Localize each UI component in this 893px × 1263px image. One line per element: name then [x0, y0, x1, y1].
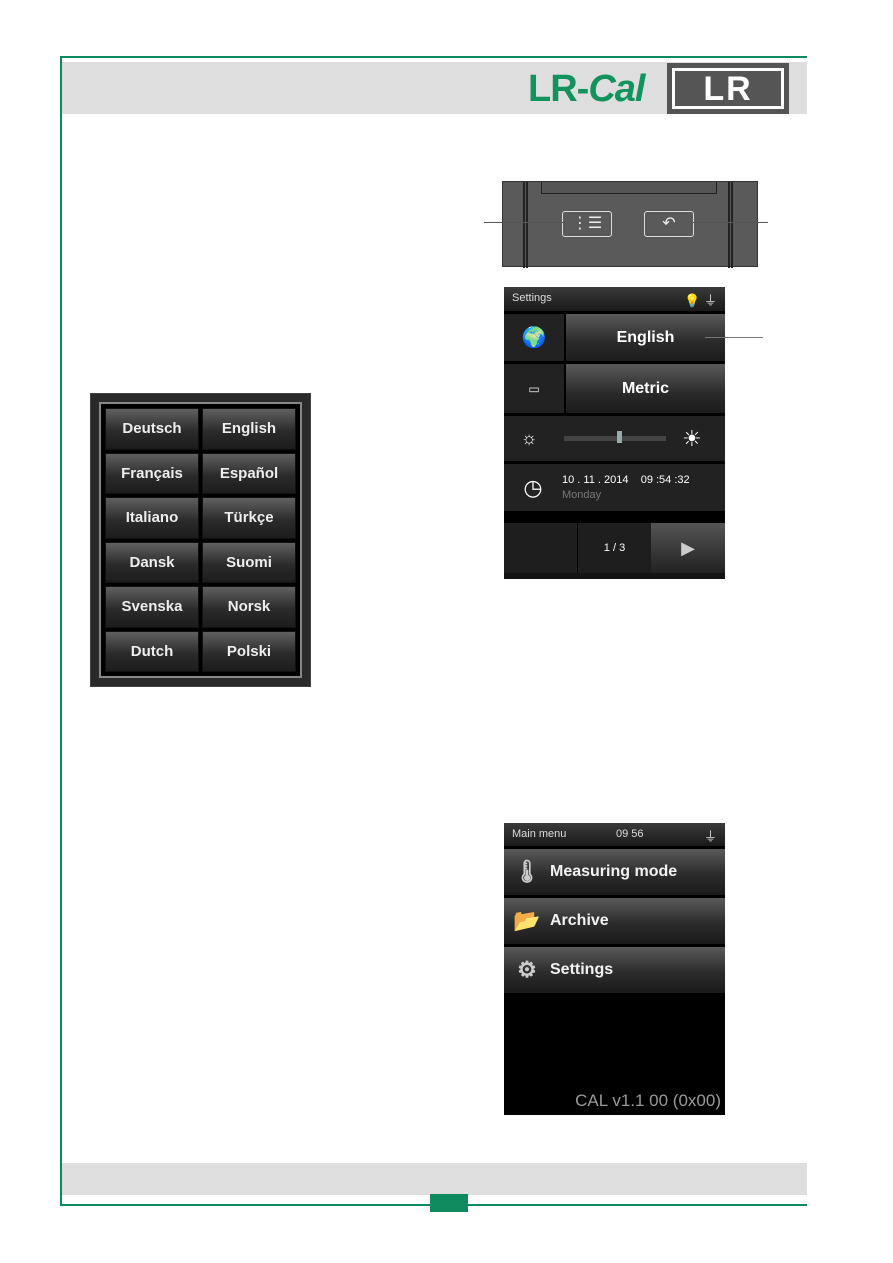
callout-line [484, 222, 566, 223]
language-option[interactable]: Dutch [105, 630, 199, 672]
units-button[interactable]: Metric [566, 364, 725, 413]
menu-key[interactable]: ⋮☰ [562, 211, 612, 237]
language-option[interactable]: Norsk [202, 586, 296, 628]
menu-item[interactable]: 📂 Archive [504, 895, 725, 944]
device-probe-icon: 🌡 [513, 859, 541, 884]
language-option[interactable]: Italiano [105, 497, 199, 539]
clock-icon: ◷ [523, 474, 543, 500]
language-button[interactable]: English [566, 314, 725, 361]
language-option[interactable]: Dansk [105, 541, 199, 583]
page-number-box [430, 1194, 468, 1212]
menu-item[interactable]: 🌡 Measuring mode [504, 846, 725, 895]
play-arrow-icon: ▶ [681, 537, 695, 558]
language-option[interactable]: Polski [202, 630, 296, 672]
lr-brand-logo: LR [667, 63, 789, 114]
plug-icon: ⏚ [703, 829, 717, 844]
brightness-slider[interactable] [564, 431, 666, 443]
menu-item-label: Measuring mode [550, 863, 678, 880]
language-picker: Deutsch English Français Español Italiano Tür… [90, 393, 311, 687]
plug-icon: ⏚ [703, 293, 717, 308]
prev-page-button[interactable] [504, 523, 578, 573]
callout-line [688, 222, 768, 223]
brightness-low-icon: ☼ [520, 428, 538, 448]
page-footer [62, 1163, 807, 1195]
device-keypad: ⋮☰ ↶ [502, 181, 758, 268]
undo-icon: ↶ [662, 215, 676, 232]
language-option[interactable]: Français [105, 452, 199, 494]
list-icon: ⋮☰ [571, 215, 603, 232]
left-rule [60, 56, 62, 1206]
screen-title: Main menu [512, 828, 567, 840]
settings-screen: Settings 💡 ⏚ 🌍 English ▭ Metric ☼ ☀ ◷ 10 .… [504, 287, 725, 579]
date-time-setting[interactable]: 10 . 11 . 2014 09 :54 :32 Monday [562, 473, 690, 503]
bulb-icon: 💡 [684, 293, 701, 308]
globe-icon: 🌍 [504, 314, 566, 361]
language-option[interactable]: Türkçe [202, 497, 296, 539]
ruler-icon: ▭ [504, 364, 566, 413]
main-menu-screen: Main menu 09 56 ⏚ 🌡 Measuring mode 📂 Archiv… [504, 823, 725, 1115]
language-option[interactable]: Svenska [105, 586, 199, 628]
gears-icon: ⚙ [517, 957, 537, 982]
next-page-button[interactable]: ▶ [651, 523, 725, 573]
version-label: CAL v1.1 00 (0x00) [575, 1091, 721, 1110]
clock-time: 09 56 [616, 828, 644, 840]
screen-title: Settings [512, 292, 552, 304]
menu-item-label: Settings [550, 961, 614, 978]
slider-knob[interactable] [617, 431, 623, 443]
folder-icon: 📂 [513, 908, 541, 933]
menu-item-label: Archive [550, 912, 609, 929]
page-indicator: 1 / 3 [578, 523, 651, 573]
brightness-high-icon: ☀ [682, 425, 702, 451]
back-key[interactable]: ↶ [644, 211, 694, 237]
language-option[interactable]: Deutsch [105, 408, 199, 450]
language-option[interactable]: English [202, 408, 296, 450]
language-option[interactable]: Español [202, 452, 296, 494]
top-rule [60, 56, 807, 58]
menu-item[interactable]: ⚙ Settings [504, 944, 725, 993]
callout-line [705, 337, 763, 338]
language-option[interactable]: Suomi [202, 541, 296, 583]
lr-cal-logo: LR-Cal [528, 68, 645, 110]
